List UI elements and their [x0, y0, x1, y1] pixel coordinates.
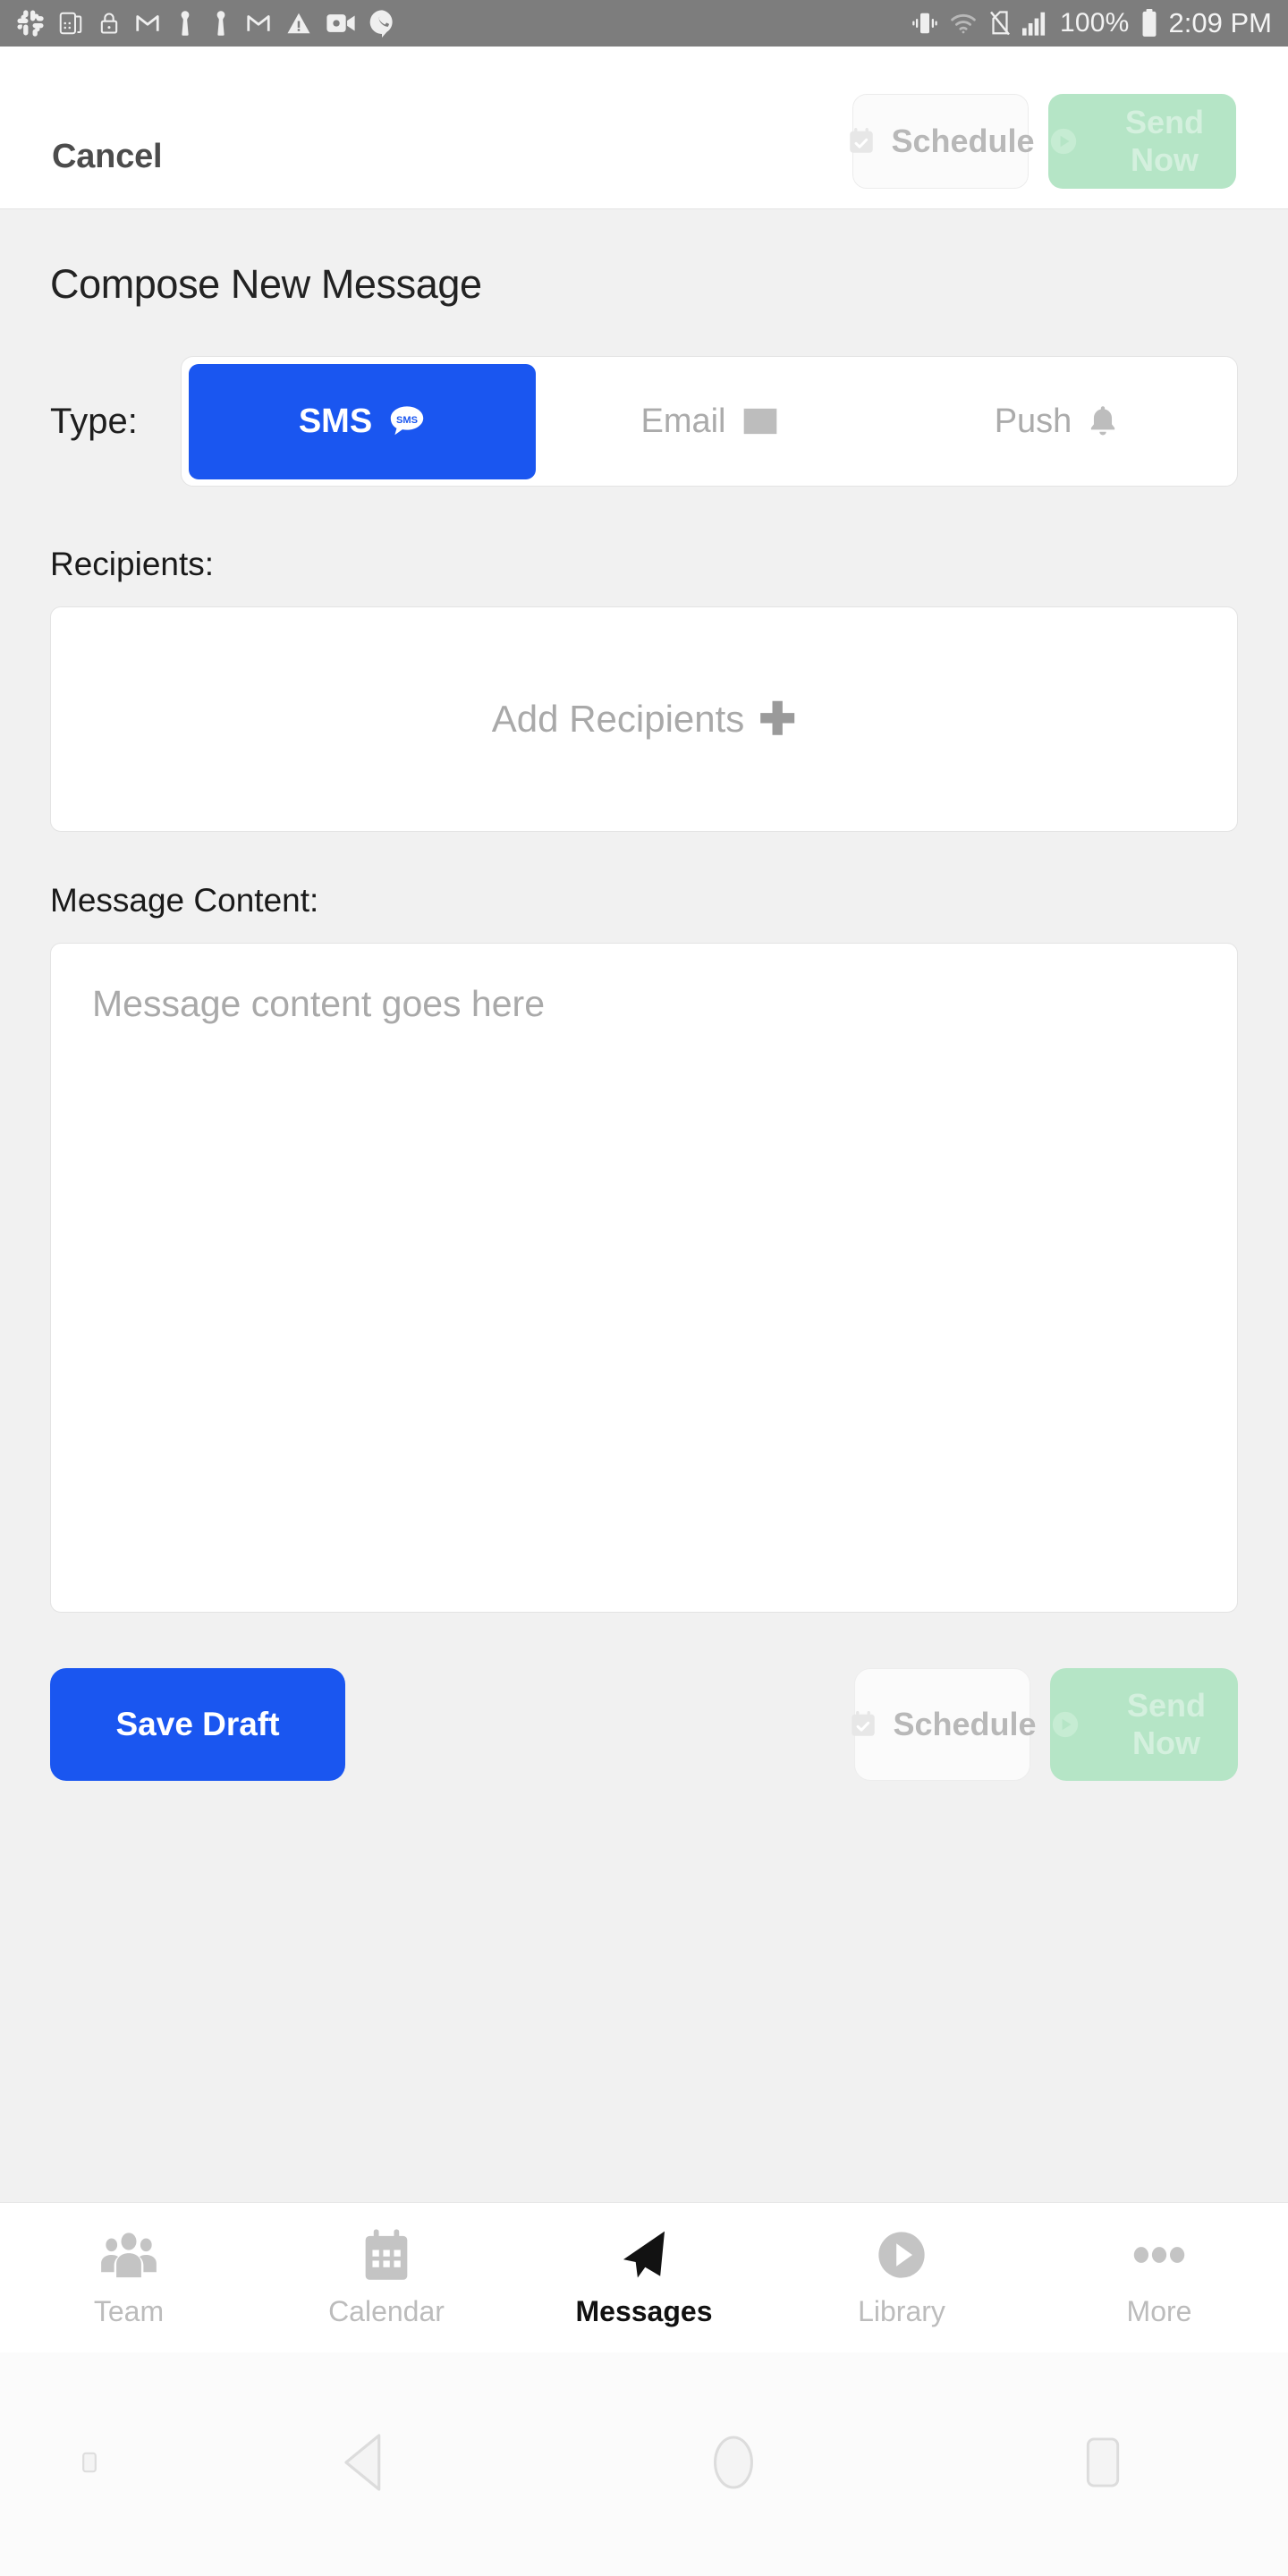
video-camera-icon	[326, 12, 356, 35]
gmail-icon-2	[245, 10, 272, 37]
paper-plane-icon	[616, 2227, 672, 2283]
message-content-label: Message Content:	[50, 882, 319, 919]
recents-square-icon	[1080, 2431, 1125, 2498]
type-label: Type:	[50, 401, 138, 441]
schedule-button[interactable]: Schedule	[852, 1668, 1037, 1781]
slack-icon	[16, 9, 45, 38]
warning-icon	[284, 10, 313, 37]
no-sim-icon	[988, 10, 1012, 37]
keyboard-hide-button[interactable]	[0, 2447, 179, 2482]
plus-icon: ✚	[758, 694, 797, 744]
bottom-tab-bar: Team Calendar Messages Library More	[0, 2202, 1288, 2352]
recipients-label: Recipients:	[50, 546, 215, 582]
tab-messages[interactable]: Messages	[515, 2203, 773, 2352]
back-button[interactable]	[179, 2430, 548, 2499]
android-status-bar: 100% 2:09 PM	[0, 0, 1288, 47]
person-icon	[174, 10, 197, 37]
hangouts-call-icon	[369, 9, 395, 38]
send-now-button[interactable]: Send Now	[1050, 1668, 1238, 1781]
tab-more[interactable]: More	[1030, 2203, 1288, 2352]
page-title: Compose New Message	[50, 261, 482, 307]
compose-form: Compose New Message Type: SMS SMS Email	[0, 209, 1288, 2202]
schedule-button-label: Schedule	[893, 1706, 1037, 1742]
tab-team-label: Team	[93, 2295, 165, 2327]
calendar-check-icon-2	[848, 1709, 878, 1740]
status-bar-clock: 2:09 PM	[1168, 7, 1272, 38]
home-circle-icon	[708, 2430, 758, 2499]
type-option-push-label: Push	[994, 402, 1072, 440]
message-type-row: Type: SMS SMS Email Push	[50, 356, 1238, 487]
tab-library-label: Library	[858, 2295, 945, 2327]
topbar-schedule-label: Schedule	[891, 123, 1035, 159]
recents-button[interactable]	[919, 2431, 1288, 2498]
status-bar-notification-icons	[16, 9, 911, 38]
bell-icon	[1088, 404, 1118, 438]
message-content-textarea[interactable]: Message content goes here	[50, 943, 1238, 1613]
ellipsis-icon	[1133, 2227, 1185, 2283]
message-content-placeholder: Message content goes here	[92, 983, 545, 1024]
tab-calendar[interactable]: Calendar	[258, 2203, 515, 2352]
svg-text:SMS: SMS	[396, 415, 418, 426]
play-circle-icon-2	[1050, 1709, 1080, 1740]
keypad-icon	[57, 10, 84, 37]
tab-library[interactable]: Library	[773, 2203, 1030, 2352]
status-bar-system-icons: 100% 2:09 PM	[911, 7, 1272, 39]
keyboard-hide-icon	[80, 2447, 99, 2482]
tab-calendar-label: Calendar	[328, 2295, 445, 2327]
add-recipients-placeholder: Add Recipients	[491, 698, 745, 740]
android-navigation-bar	[0, 2352, 1288, 2576]
compose-action-row: Save Draft Schedule Send Now	[50, 1668, 1238, 1781]
type-option-email[interactable]: Email	[536, 364, 883, 479]
wifi-icon	[949, 12, 978, 35]
topbar-schedule-button[interactable]: Schedule	[850, 94, 1035, 189]
type-option-sms-label: SMS	[298, 402, 373, 440]
type-option-push[interactable]: Push	[883, 364, 1230, 479]
envelope-icon	[742, 407, 778, 436]
back-triangle-icon	[338, 2430, 390, 2499]
tab-more-label: More	[1126, 2295, 1192, 2327]
calendar-check-icon	[846, 126, 877, 157]
compose-top-action-bar: Cancel Schedule Send Now	[0, 47, 1288, 209]
lock-icon	[97, 11, 122, 36]
type-option-email-label: Email	[640, 402, 726, 440]
tab-team[interactable]: Team	[0, 2203, 258, 2352]
person-icon-2	[209, 10, 233, 37]
calendar-icon	[360, 2227, 412, 2283]
topbar-send-now-label: Send Now	[1124, 104, 1204, 178]
gmail-icon	[134, 10, 161, 37]
add-recipients-field[interactable]: Add Recipients ✚	[50, 606, 1238, 832]
phone-screen: 100% 2:09 PM Cancel Schedule Send Now Co…	[0, 0, 1288, 2576]
signal-bars-icon	[1022, 11, 1049, 36]
sms-bubble-icon: SMS	[388, 404, 426, 438]
battery-percent-label: 100%	[1060, 8, 1130, 38]
send-now-button-label: Send Now	[1126, 1687, 1206, 1761]
add-recipients-placeholder-wrap: Add Recipients ✚	[492, 697, 796, 741]
message-type-segmented-control: SMS SMS Email Push	[181, 356, 1238, 487]
battery-full-icon	[1140, 9, 1158, 38]
topbar-send-now-button[interactable]: Send Now	[1048, 94, 1236, 189]
play-circle-outline-icon	[876, 2227, 928, 2283]
tab-messages-label: Messages	[575, 2295, 713, 2327]
people-group-icon	[99, 2227, 158, 2283]
vibrate-icon	[911, 11, 938, 36]
play-circle-icon	[1048, 126, 1079, 157]
cancel-button[interactable]: Cancel	[52, 138, 163, 176]
home-button[interactable]	[548, 2430, 918, 2499]
type-option-sms[interactable]: SMS SMS	[189, 363, 536, 479]
save-draft-button[interactable]: Save Draft	[50, 1668, 345, 1781]
